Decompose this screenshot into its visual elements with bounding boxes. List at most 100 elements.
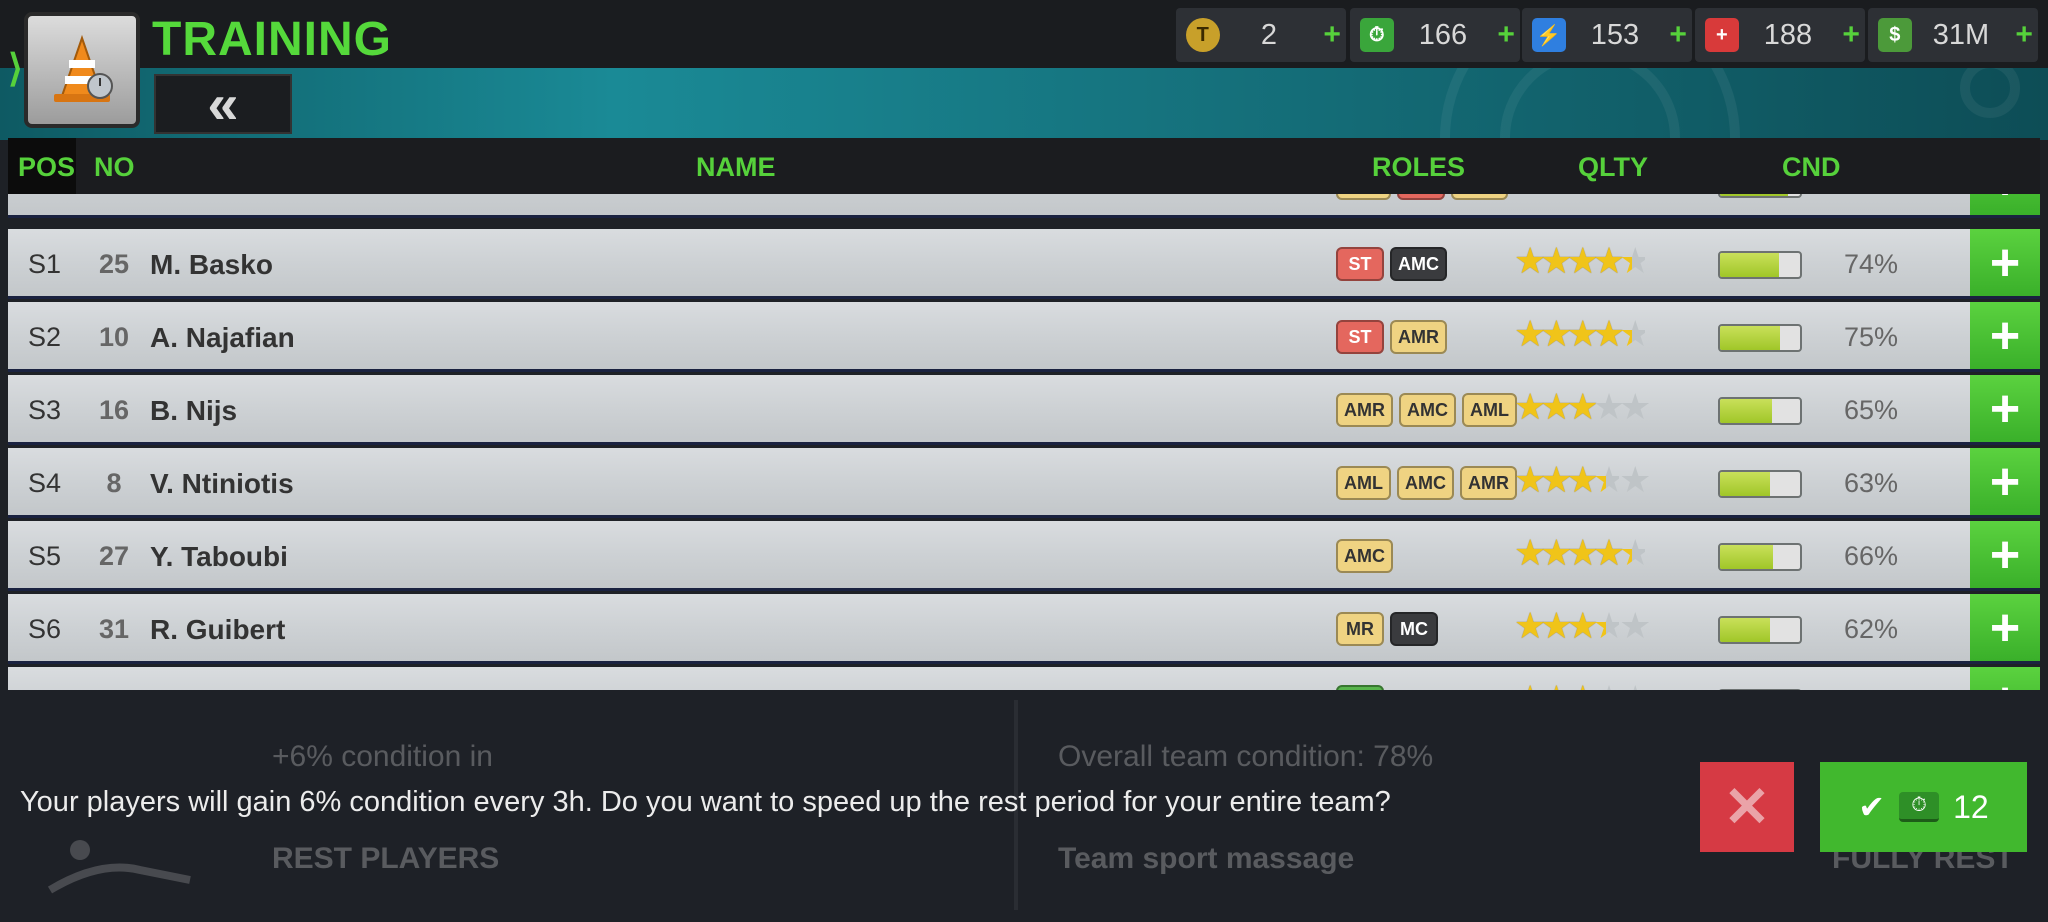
- table-row[interactable]: S5 27 Y. Taboubi AMC ★★★★★ 66% +: [8, 521, 2040, 591]
- player-roles: AMR AMC AML: [1336, 393, 1517, 427]
- condition-percent: 65%: [1843, 395, 1899, 425]
- header-roles[interactable]: ROLES: [1372, 152, 1465, 183]
- condition-fill: [1720, 545, 1773, 569]
- star-icon: ★: [1592, 459, 1625, 500]
- star-icon: ★: [1514, 194, 1546, 200]
- star-icon: ★: [1592, 313, 1625, 354]
- rest-player-button[interactable]: +: [1970, 448, 2040, 515]
- star-icon: ★: [1540, 459, 1572, 500]
- star-icon: ★: [1540, 194, 1572, 200]
- add-currency-button[interactable]: +: [1837, 18, 1865, 52]
- currency-medical-cross[interactable]: +188 +: [1695, 8, 1865, 62]
- currency-value: 2: [1260, 18, 1278, 51]
- star-icon: ★: [1566, 459, 1599, 500]
- confirm-cost: 12: [1953, 788, 1989, 825]
- add-currency-button[interactable]: +: [2010, 18, 2038, 52]
- star-icon: ★: [1540, 386, 1572, 427]
- training-cone-icon[interactable]: [24, 12, 140, 128]
- back-button[interactable]: «: [154, 74, 292, 134]
- player-name: B. Nijs: [150, 395, 238, 426]
- player-name: Y. Taboubi: [150, 541, 288, 572]
- quality-stars: ★★★★★: [1514, 194, 1651, 200]
- role-badge: AMC: [1390, 247, 1447, 281]
- side-menu-arrow-icon[interactable]: ⟩: [8, 46, 23, 91]
- rest-player-button[interactable]: +: [1970, 375, 2040, 442]
- currency-energy[interactable]: ⚡ 153 +: [1522, 8, 1692, 62]
- currency-cash[interactable]: $31M +: [1868, 8, 2038, 62]
- star-icon: ★: [1514, 459, 1546, 500]
- rest-player-button[interactable]: +: [1970, 194, 2040, 215]
- quality-stars: ★★★★★: [1514, 605, 1651, 646]
- condition-bar: [1718, 470, 1802, 498]
- star-icon: ★: [1566, 240, 1599, 281]
- role-badge: AML: [1336, 194, 1391, 200]
- cancel-button[interactable]: ✕: [1700, 762, 1794, 852]
- page-title: TRAINING: [152, 13, 392, 66]
- star-icon: ★: [1619, 240, 1651, 281]
- player-roles: AML ST AMC: [1336, 194, 1508, 200]
- header-pos[interactable]: POS: [18, 152, 75, 183]
- player-position: S1: [28, 249, 62, 279]
- player-position: S2: [28, 322, 62, 352]
- add-currency-button[interactable]: +: [1664, 18, 1692, 52]
- star-icon: ★: [1566, 386, 1599, 427]
- star-icon: ★: [1619, 605, 1651, 646]
- table-row[interactable]: S3 16 B. Nijs AMR AMC AML ★★★★★ 65% +: [8, 375, 2040, 445]
- player-number: 27: [98, 541, 130, 571]
- role-badge: ST: [1336, 247, 1384, 281]
- condition-bar: [1718, 194, 1802, 198]
- header-no[interactable]: NO: [94, 152, 135, 183]
- player-list[interactable]: S117M. Di BenedettoAMLSTAMC★★★★★85%+S125…: [8, 194, 2040, 690]
- table-row[interactable]: S4 8 V. Ntiniotis AML AMC AMR ★★★★★ 63% +: [8, 448, 2040, 518]
- player-position: S6: [28, 614, 62, 644]
- rest-player-button[interactable]: +: [1970, 521, 2040, 588]
- currency-value: 31M: [1932, 18, 1990, 51]
- header-cnd[interactable]: CND: [1782, 152, 1841, 183]
- condition-fill: [1720, 399, 1772, 423]
- condition-percent: 62%: [1843, 614, 1899, 644]
- star-icon: ★: [1540, 313, 1572, 354]
- condition-fill: [1720, 618, 1770, 642]
- star-icon: ★: [1619, 194, 1651, 200]
- header-qlty[interactable]: QLTY: [1578, 152, 1648, 183]
- player-number: 16: [98, 395, 130, 425]
- player-number: 17: [94, 194, 134, 199]
- star-icon: ★: [1540, 532, 1572, 573]
- rest-player-button[interactable]: +: [1970, 594, 2040, 661]
- player-roles: ST AMR: [1336, 320, 1447, 354]
- table-row[interactable]: ★★★★★+: [8, 667, 2040, 690]
- header-name[interactable]: NAME: [696, 152, 776, 183]
- currency-token-coin[interactable]: T 2 +: [1176, 8, 1346, 62]
- star-icon: ★: [1592, 386, 1625, 427]
- rest-player-button[interactable]: +: [1970, 667, 2040, 690]
- table-row[interactable]: S117M. Di BenedettoAMLSTAMC★★★★★85%+: [8, 194, 2040, 218]
- table-row[interactable]: S1 25 M. Basko ST AMC ★★★★★ 74% +: [8, 229, 2040, 299]
- player-roles: MR MC: [1336, 612, 1438, 646]
- dialog-message: Your players will gain 6% condition ever…: [20, 786, 1391, 818]
- rest-player-button[interactable]: +: [1970, 302, 2040, 369]
- condition-percent: 66%: [1843, 541, 1899, 571]
- role-badge: AML: [1462, 393, 1517, 427]
- condition-fill: [1720, 194, 1788, 196]
- player-number: 25: [98, 249, 130, 279]
- star-icon: ★: [1619, 678, 1651, 691]
- role-badge: AMC: [1336, 539, 1393, 573]
- star-icon: ★: [1540, 678, 1572, 691]
- add-currency-button[interactable]: +: [1492, 18, 1520, 52]
- star-icon: ★: [1566, 313, 1599, 354]
- currency-value: 166: [1418, 18, 1468, 51]
- role-badge: MC: [1390, 612, 1438, 646]
- condition-percent: 75%: [1843, 322, 1899, 352]
- rest-player-button[interactable]: +: [1970, 229, 2040, 296]
- table-row[interactable]: S6 31 R. Guibert MR MC ★★★★★ 62% +: [8, 594, 2040, 664]
- table-row[interactable]: S2 10 A. Najafian ST AMR ★★★★★ 75% +: [8, 302, 2040, 372]
- table-header: POS NO NAME ROLES QLTY CND: [8, 138, 2040, 194]
- role-badge: AMR: [1390, 320, 1447, 354]
- condition-bar: [1718, 324, 1802, 352]
- add-currency-button[interactable]: +: [1318, 18, 1346, 52]
- condition-bar: [1718, 543, 1802, 571]
- condition-bar: [1718, 251, 1802, 279]
- currency-time-boost[interactable]: ⏱ 166 +: [1350, 8, 1520, 62]
- currency-value: 188: [1763, 18, 1813, 51]
- confirm-speedup-button[interactable]: ✔ ⏱ 12: [1820, 762, 2027, 852]
